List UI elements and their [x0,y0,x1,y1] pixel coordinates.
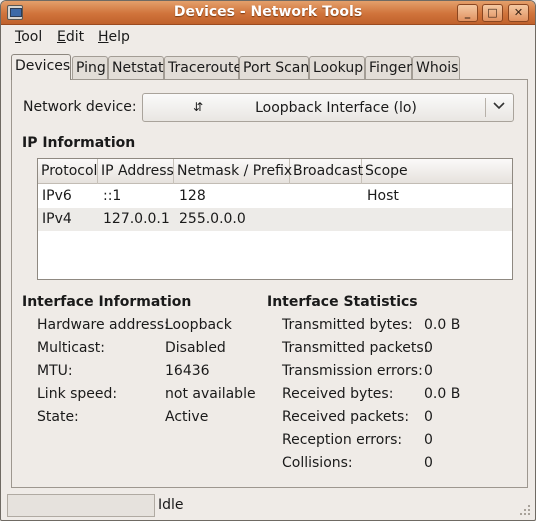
column-header-scope[interactable]: Scope [362,159,512,184]
menu-label-rest: ool [21,29,43,45]
interface-info-value: not available [165,386,256,402]
tab-label: Port Scan [243,60,310,76]
menu-label-rest: dit [65,29,85,45]
close-button[interactable]: ✕ [508,4,529,22]
interface-info-value: Disabled [165,340,226,356]
interface-information-heading: Interface Information [22,294,192,310]
maximize-button[interactable]: □ [482,4,503,22]
cell-protocol: IPv4 [42,211,72,227]
column-header-ip-address[interactable]: IP Address [98,159,174,184]
ip-information-heading: IP Information [22,135,136,151]
minimize-icon: _ [464,6,471,19]
tab-label: Traceroute [168,60,243,76]
interface-stat-label: Reception errors: [282,432,403,448]
cell-netmask: 128 [179,188,206,204]
menu-edit[interactable]: Edit [57,29,84,45]
interface-info-value: 16436 [165,363,210,379]
interface-info-label: Multicast: [37,340,105,356]
menu-help[interactable]: Help [98,29,130,45]
tab-traceroute[interactable]: Traceroute [164,56,243,79]
interface-statistics-heading: Interface Statistics [267,294,418,310]
status-text: Idle [158,497,184,513]
tab-label: Devices [15,58,71,74]
menu-bar: Tool Edit Help [1,25,535,49]
minimize-button[interactable]: _ [457,4,478,22]
interface-stat-label: Received bytes: [282,386,394,402]
resize-grip-icon[interactable] [516,501,532,517]
interface-stat-value: 0.0 B [424,317,461,333]
interface-stat-label: Received packets: [282,409,410,425]
cell-scope: Host [367,188,399,204]
tab-lookup[interactable]: Lookup [309,56,365,79]
network-device-label: Network device: [23,99,137,115]
interface-stat-value: 0 [424,409,433,425]
interface-stat-value: 0 [424,340,433,356]
close-icon: ✕ [513,6,524,19]
title-bar[interactable]: Devices - Network Tools _ □ ✕ [1,1,535,25]
main-window: Devices - Network Tools _ □ ✕ Tool Edit … [0,0,536,521]
window-title: Devices - Network Tools [173,4,363,20]
tab-ping[interactable]: Ping [72,56,108,79]
combo-separator [485,98,486,117]
table-row[interactable]: IPv6 ::1 128 Host [38,185,512,208]
interface-stat-label: Transmitted bytes: [282,317,413,333]
interface-info-label: Link speed: [37,386,118,402]
maximize-icon: □ [487,6,498,19]
interface-stat-value: 0 [424,432,433,448]
table-header: Protocol IP Address Netmask / Prefix Bro… [38,159,512,184]
interface-stat-label: Transmitted packets: [282,340,429,356]
column-header-broadcast[interactable]: Broadcast [290,159,363,184]
tab-devices[interactable]: Devices [11,54,71,80]
tab-finger[interactable]: Finger [365,56,412,79]
menu-mnemonic: H [98,29,109,45]
column-header-netmask[interactable]: Netmask / Prefix [174,159,292,184]
interface-info-label: MTU: [37,363,73,379]
progress-area [7,494,155,517]
tab-label: Ping [76,60,106,76]
interface-info-value: Loopback [165,317,232,333]
cell-protocol: IPv6 [42,188,72,204]
interface-stat-label: Collisions: [282,455,353,471]
column-header-protocol[interactable]: Protocol [38,159,98,184]
table-row[interactable]: IPv4 127.0.0.1 255.0.0.0 [38,208,512,231]
cell-ip-address: 127.0.0.1 [103,211,170,227]
tab-label: Finger [369,60,413,76]
network-device-value: Loopback Interface (lo) [255,100,417,116]
tab-label: Lookup [313,60,364,76]
tab-port-scan[interactable]: Port Scan [239,56,309,79]
interface-stat-label: Transmission errors: [282,363,423,379]
menu-tool[interactable]: Tool [15,29,42,45]
menu-mnemonic: E [57,29,66,45]
chevron-down-icon [493,99,505,114]
ip-information-table[interactable]: Protocol IP Address Netmask / Prefix Bro… [37,158,513,280]
tab-netstat[interactable]: Netstat [108,56,164,79]
cell-netmask: 255.0.0.0 [179,211,246,227]
tab-label: Whois [416,60,459,76]
interface-info-label: Hardware address: [37,317,169,333]
interface-stat-value: 0.0 B [424,386,461,402]
menu-label-rest: elp [108,29,130,45]
status-bar: Idle [1,492,535,520]
interface-info-label: State: [37,409,79,425]
network-device-combo[interactable]: ⇵ Loopback Interface (lo) [142,93,514,122]
interface-info-value: Active [165,409,209,425]
cell-ip-address: ::1 [103,188,122,204]
tab-whois[interactable]: Whois [412,56,460,79]
tab-label: Netstat [112,60,164,76]
interface-stat-value: 0 [424,455,433,471]
interface-stat-value: 0 [424,363,433,379]
